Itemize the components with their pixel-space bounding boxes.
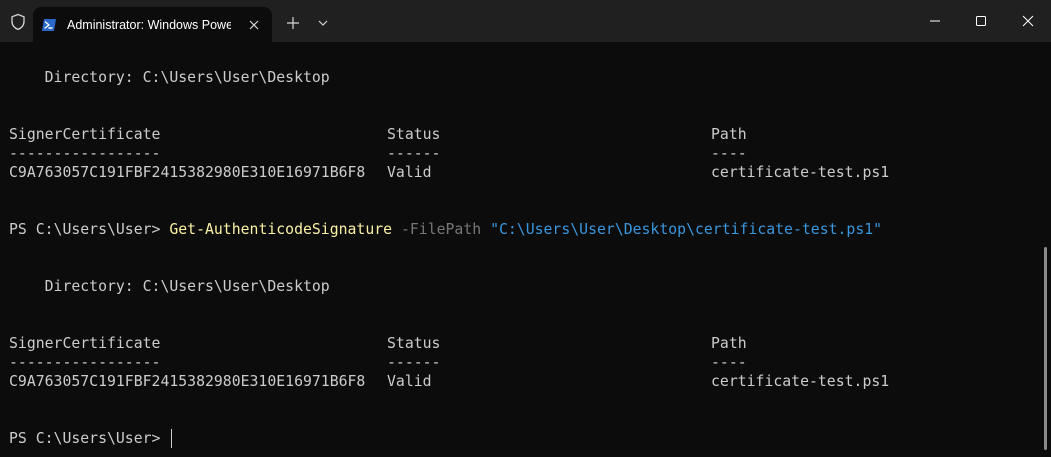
command-line: PS C:\Users\User> Get-AuthenticodeSignat… <box>9 220 882 239</box>
terminal-window: Administrator: Windows PowerShell <box>0 0 1051 457</box>
powershell-icon <box>41 17 57 33</box>
row-signer-certificate: C9A763057C191FBF2415382980E310E16971B6F8 <box>9 164 366 181</box>
header-status: Status <box>387 335 441 352</box>
underline-status: ------ <box>387 354 441 371</box>
close-icon[interactable] <box>1005 0 1051 42</box>
row-status: Valid <box>387 164 432 181</box>
shield-icon <box>9 13 27 31</box>
title-bar[interactable]: Administrator: Windows PowerShell <box>0 0 1051 42</box>
final-prompt: PS C:\Users\User> <box>9 430 170 447</box>
underline-signer-certificate: ----------------- <box>9 145 161 162</box>
chevron-down-icon[interactable] <box>313 12 333 34</box>
plus-icon[interactable] <box>282 12 304 34</box>
underline-path: ---- <box>711 354 747 371</box>
directory-line: Directory: C:\Users\User\Desktop <box>9 278 330 295</box>
parameter-value: "C:\Users\User\Desktop\certificate-test.… <box>490 221 883 238</box>
tab-powershell[interactable]: Administrator: Windows PowerShell <box>33 7 272 42</box>
text-cursor <box>171 429 172 448</box>
terminal-output[interactable]: Directory: C:\Users\User\Desktop SignerC… <box>0 42 1040 457</box>
tab-title: Administrator: Windows PowerShell <box>67 18 231 32</box>
header-signer-certificate: SignerCertificate <box>9 126 161 143</box>
minimize-icon[interactable] <box>912 0 958 42</box>
cmdlet: Get-AuthenticodeSignature <box>169 221 393 238</box>
prompt: PS C:\Users\User> <box>9 221 170 238</box>
close-icon[interactable] <box>245 16 263 34</box>
header-status: Status <box>387 126 441 143</box>
row-path: certificate-test.ps1 <box>711 164 890 181</box>
underline-signer-certificate: ----------------- <box>9 354 161 371</box>
row-signer-certificate: C9A763057C191FBF2415382980E310E16971B6F8 <box>9 373 366 390</box>
directory-line: Directory: C:\Users\User\Desktop <box>9 69 330 86</box>
underline-status: ------ <box>387 145 441 162</box>
header-signer-certificate: SignerCertificate <box>9 335 161 352</box>
row-status: Valid <box>387 373 432 390</box>
parameter: -FilePath <box>392 221 491 238</box>
underline-path: ---- <box>711 145 747 162</box>
maximize-icon[interactable] <box>958 0 1004 42</box>
header-path: Path <box>711 126 747 143</box>
header-path: Path <box>711 335 747 352</box>
scrollbar-thumb[interactable] <box>1044 247 1047 450</box>
row-path: certificate-test.ps1 <box>711 373 890 390</box>
